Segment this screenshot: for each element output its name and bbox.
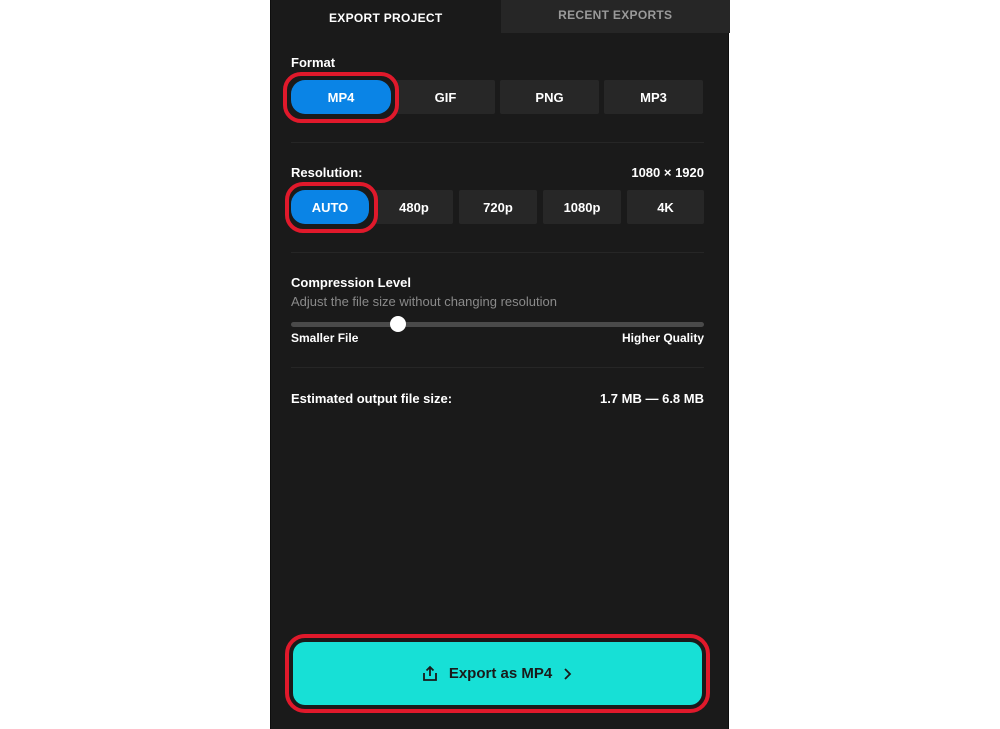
estimate-value: 1.7 MB — 6.8 MB: [599, 391, 704, 406]
compression-description: Adjust the file size without changing re…: [291, 294, 557, 309]
resolution-720p-button[interactable]: 720p: [459, 190, 537, 224]
compression-slider[interactable]: [291, 316, 704, 332]
resolution-options: AUTO 480p 720p 1080p 4K: [291, 190, 704, 224]
export-button-label: Export as MP4: [448, 665, 553, 682]
divider: [291, 252, 704, 253]
share-upload-icon: [421, 665, 439, 683]
tab-recent-exports[interactable]: RECENT EXPORTS: [500, 0, 730, 33]
export-panel: EXPORT PROJECT RECENT EXPORTS Format MP4…: [270, 0, 730, 729]
divider: [291, 142, 704, 143]
format-options: MP4 GIF PNG MP3: [291, 80, 703, 114]
chevron-right-icon: [562, 667, 574, 681]
compression-slider-thumb[interactable]: [390, 316, 407, 332]
resolution-4k-button[interactable]: 4K: [627, 190, 704, 224]
format-label: Format: [291, 55, 336, 70]
tab-export-project[interactable]: EXPORT PROJECT: [271, 0, 501, 33]
format-png-button[interactable]: PNG: [500, 80, 599, 114]
slider-max-label: Higher Quality: [621, 331, 704, 345]
tab-bar: EXPORT PROJECT RECENT EXPORTS: [271, 0, 730, 33]
format-mp4-button[interactable]: MP4: [291, 80, 391, 114]
estimate-label: Estimated output file size:: [291, 391, 453, 406]
format-mp3-button[interactable]: MP3: [604, 80, 703, 114]
resolution-1080p-button[interactable]: 1080p: [543, 190, 621, 224]
resolution-value: 1080 × 1920: [631, 165, 704, 180]
format-gif-button[interactable]: GIF: [396, 80, 495, 114]
resolution-label: Resolution:: [291, 165, 363, 180]
resolution-480p-button[interactable]: 480p: [375, 190, 453, 224]
slider-min-label: Smaller File: [291, 331, 359, 345]
divider: [291, 367, 704, 368]
resolution-auto-button[interactable]: AUTO: [291, 190, 369, 224]
export-button[interactable]: Export as MP4: [293, 642, 702, 705]
compression-label: Compression Level: [291, 275, 411, 290]
